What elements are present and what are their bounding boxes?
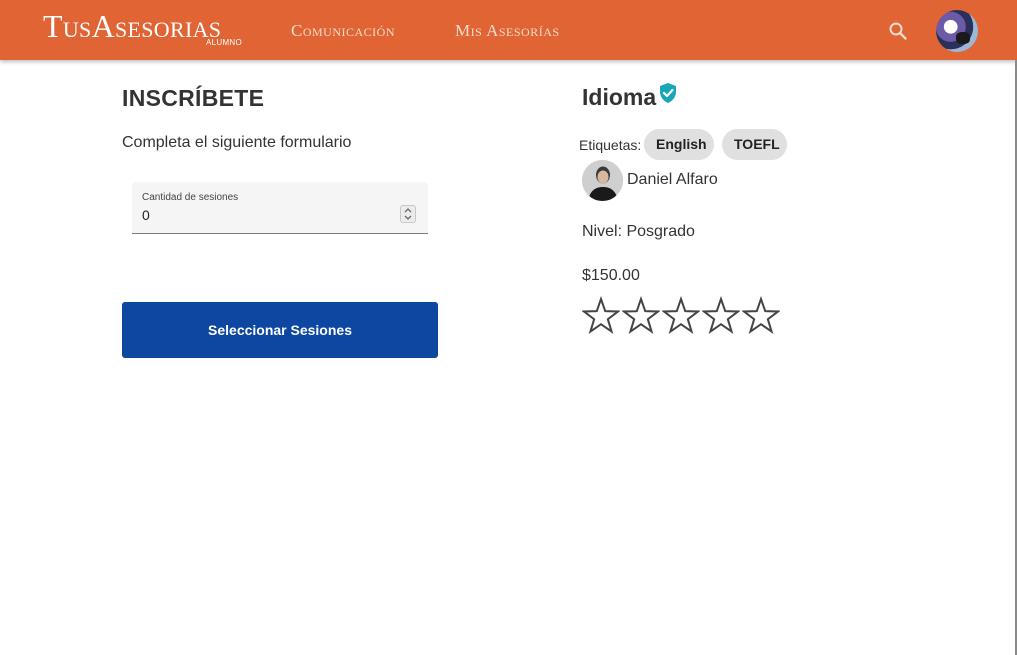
course-level: Nivel: Posgrado — [582, 223, 695, 240]
star-icon[interactable] — [660, 295, 702, 336]
sessions-quantity-input[interactable] — [142, 206, 392, 224]
select-sessions-button[interactable]: Seleccionar Sesiones — [122, 302, 438, 358]
form-subtitle: Completa el siguiente formulario — [122, 134, 352, 151]
brand-logo[interactable]: TusAsesorias — [43, 8, 221, 44]
tag-chip-english[interactable]: English — [644, 129, 714, 160]
nav-link-comunicacion[interactable]: Comunicación — [291, 21, 395, 41]
sessions-quantity-label: Cantidad de sesiones — [142, 192, 239, 203]
brand-role-label: ALUMNO — [206, 38, 243, 47]
star-icon[interactable] — [620, 295, 662, 336]
top-app-bar: TusAsesorias ALUMNO Comunicación Mis Ase… — [0, 0, 1017, 60]
form-title: INSCRÍBETE — [122, 85, 265, 111]
tutor-avatar[interactable] — [582, 160, 623, 201]
nav-link-mis-asesorias[interactable]: Mis Asesorías — [455, 21, 560, 41]
star-icon[interactable] — [580, 295, 622, 336]
quantity-stepper[interactable] — [400, 205, 416, 223]
tags-label: Etiquetas: — [579, 137, 642, 153]
star-icon[interactable] — [700, 295, 742, 336]
sessions-quantity-field[interactable]: Cantidad de sesiones — [132, 182, 428, 234]
tag-chip-toefl[interactable]: TOEFL — [722, 129, 787, 160]
tutor-name[interactable]: Daniel Alfaro — [627, 171, 718, 189]
search-icon[interactable] — [886, 19, 910, 43]
star-icon[interactable] — [740, 295, 782, 336]
course-title: Idioma — [582, 84, 657, 110]
user-avatar[interactable] — [936, 10, 978, 52]
verified-shield-icon — [658, 82, 678, 104]
rating-stars[interactable] — [580, 295, 782, 336]
course-price: $150.00 — [582, 267, 640, 284]
